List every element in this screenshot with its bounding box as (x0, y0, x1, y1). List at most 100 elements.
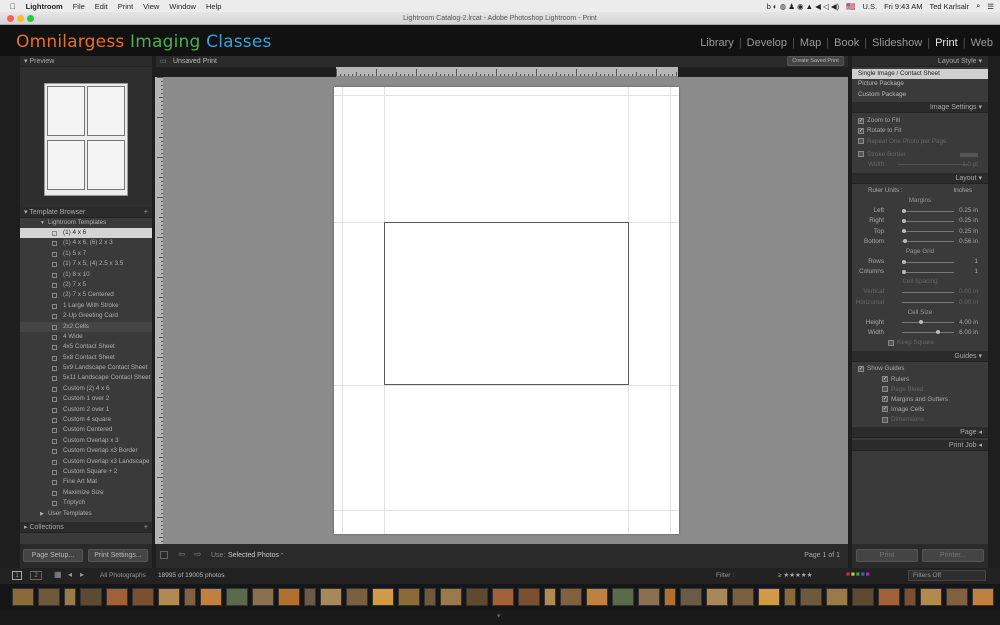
repeat-photo-checkbox[interactable] (858, 137, 864, 144)
filmstrip-thumbnail[interactable] (466, 588, 488, 606)
template-item[interactable]: (1) 4 x 6 (20, 228, 152, 239)
ruler-units-row[interactable]: Ruler Units : Inches (858, 186, 982, 196)
template-item[interactable]: Custom (2) 4 x 6 (20, 384, 152, 394)
add-collection-icon[interactable]: + (144, 522, 148, 533)
page-setup-button[interactable]: Page Setup... (23, 549, 83, 562)
grid-slider-track[interactable] (902, 271, 954, 273)
margins-row[interactable]: Top 0.25 in (858, 227, 982, 237)
filmstrip-thumbnail[interactable] (518, 588, 540, 606)
stroke-border-checkbox[interactable] (858, 151, 864, 158)
guide-option[interactable]: ✓ Image Cells (882, 405, 982, 415)
template-item[interactable]: Custom 4 square (20, 415, 152, 425)
screen-2-icon[interactable]: 2 (30, 571, 42, 580)
input-source[interactable]: U.S. (863, 2, 878, 11)
layout-header[interactable]: Layout ▾ (852, 173, 988, 185)
template-item[interactable]: (2) 7 x 5 Centered (20, 290, 152, 300)
template-item[interactable]: 1 Large With Stroke (20, 301, 152, 311)
spacing-value[interactable]: 0.00 in (959, 298, 978, 308)
filmstrip-thumbnail[interactable] (304, 588, 316, 606)
filmstrip-thumbnail[interactable] (664, 588, 676, 606)
template-item[interactable]: 4 Wide (20, 332, 152, 342)
stroke-border-row[interactable]: Stroke Border (858, 150, 982, 160)
next-page-icon[interactable]: ⇨ (194, 549, 202, 560)
filmstrip-thumbnail[interactable] (226, 588, 248, 606)
menu-edit[interactable]: Edit (95, 2, 108, 11)
module-library[interactable]: Library (695, 37, 739, 49)
filmstrip-thumbnail[interactable] (64, 588, 76, 606)
module-print[interactable]: Print (930, 37, 963, 49)
margins-row[interactable]: Left 0.25 in (858, 206, 982, 216)
use-selected-dropdown[interactable]: Selected Photos (228, 552, 279, 559)
module-web[interactable]: Web (966, 37, 998, 49)
template-item[interactable]: Custom Overlap x3 Border (20, 446, 152, 456)
margins-slider-knob[interactable] (902, 239, 907, 244)
printer-button[interactable]: Printer... (922, 549, 984, 562)
spacing-slider-track[interactable] (902, 302, 954, 304)
cell_size-row[interactable]: Height 4.00 in (858, 318, 982, 328)
image-settings-header[interactable]: Image Settings ▾ (852, 102, 988, 114)
grid-value[interactable]: 1 (974, 267, 978, 277)
filmstrip-thumbnail[interactable] (158, 588, 180, 606)
filmstrip-thumbnail[interactable] (852, 588, 874, 606)
stop-icon[interactable] (160, 551, 168, 559)
print-job-header[interactable]: Print Job ◂ (852, 440, 988, 452)
guide-checkbox[interactable] (882, 386, 888, 393)
guide-checkbox[interactable]: ✓ (882, 375, 888, 382)
print-settings-button[interactable]: Print Settings... (88, 549, 148, 562)
template-item[interactable]: 5x9 Landscape Contact Sheet (20, 363, 152, 373)
filters-dropdown[interactable]: Filters Off (908, 570, 986, 581)
template-item[interactable]: Fine Art Mat (20, 477, 152, 487)
margins-slider-track[interactable] (902, 220, 954, 222)
filmstrip-thumbnail[interactable] (800, 588, 822, 606)
image-cell[interactable] (384, 222, 629, 385)
grid-slider-knob[interactable] (902, 269, 906, 274)
template-item[interactable]: (2) 7 x 5 (20, 280, 152, 290)
layout-style-picture-package[interactable]: Picture Package (852, 79, 988, 89)
close-window-button[interactable] (7, 15, 14, 22)
layout-style-single[interactable]: Single Image / Contact Sheet (852, 69, 988, 80)
filmstrip-thumbnail[interactable] (758, 588, 780, 606)
margins-value[interactable]: 0.25 in (959, 227, 978, 237)
filmstrip-thumbnail[interactable] (826, 588, 848, 606)
cell_size-slider-track[interactable] (902, 322, 954, 324)
filmstrip-thumbnail[interactable] (878, 588, 900, 606)
spacing-row[interactable]: Vertical 0.00 in (858, 287, 982, 297)
source-label[interactable]: All Photographs (100, 572, 146, 579)
collections-header[interactable]: ▸ Collections + (20, 521, 152, 533)
margins-value[interactable]: 0.56 in (959, 237, 978, 247)
back-arrow-icon[interactable]: ◂ (68, 570, 72, 579)
user-name[interactable]: Ted Karlsalr (929, 2, 969, 11)
margins-slider-track[interactable] (902, 241, 954, 243)
grid-view-icon[interactable]: ▦ (54, 570, 62, 579)
guide-option[interactable]: Page Bleed (882, 385, 982, 395)
guide-option[interactable]: ✓ Rulers (882, 375, 982, 385)
filmstrip-thumbnail[interactable] (252, 588, 274, 606)
template-item[interactable]: 4x5 Contact Sheet (20, 342, 152, 352)
screen-1-icon[interactable]: 1 (12, 571, 22, 580)
margins-slider-knob[interactable] (902, 218, 906, 223)
margins-value[interactable]: 0.25 in (959, 206, 978, 216)
folder-lightroom-templates[interactable]: ▼ Lightroom Templates (20, 218, 152, 228)
keep-square-checkbox[interactable] (888, 339, 894, 346)
keep-square-row[interactable]: Keep Square (858, 338, 982, 348)
filmstrip-thumbnail[interactable] (638, 588, 660, 606)
filmstrip-thumbnail[interactable] (106, 588, 128, 606)
filmstrip-thumbnail[interactable] (492, 588, 514, 606)
filmstrip-thumbnail[interactable] (904, 588, 916, 606)
filmstrip-thumbnail[interactable] (440, 588, 462, 606)
preview-header[interactable]: ▾ Preview (20, 56, 152, 67)
menu-app[interactable]: Lightroom (26, 2, 63, 11)
filmstrip-thumbnail[interactable] (132, 588, 154, 606)
filmstrip-thumbnail[interactable] (278, 588, 300, 606)
module-book[interactable]: Book (829, 37, 864, 49)
minimize-window-button[interactable] (17, 15, 24, 22)
folder-user-templates[interactable]: ▶ User Templates (20, 509, 152, 519)
zoom-to-fill-row[interactable]: ✓ Zoom to Fill (858, 116, 982, 126)
menu-print[interactable]: Print (118, 2, 133, 11)
page-header[interactable]: Page ◂ (852, 427, 988, 439)
show-guides-row[interactable]: ✓ Show Guides (858, 364, 982, 374)
template-browser-header[interactable]: ▾ Template Browser + (20, 207, 152, 218)
filmstrip-thumbnail[interactable] (612, 588, 634, 606)
template-item[interactable]: (1) 7 x 5, (4) 2.5 x 3.5 (20, 259, 152, 269)
cell_size-value[interactable]: 6.00 in (959, 328, 978, 338)
